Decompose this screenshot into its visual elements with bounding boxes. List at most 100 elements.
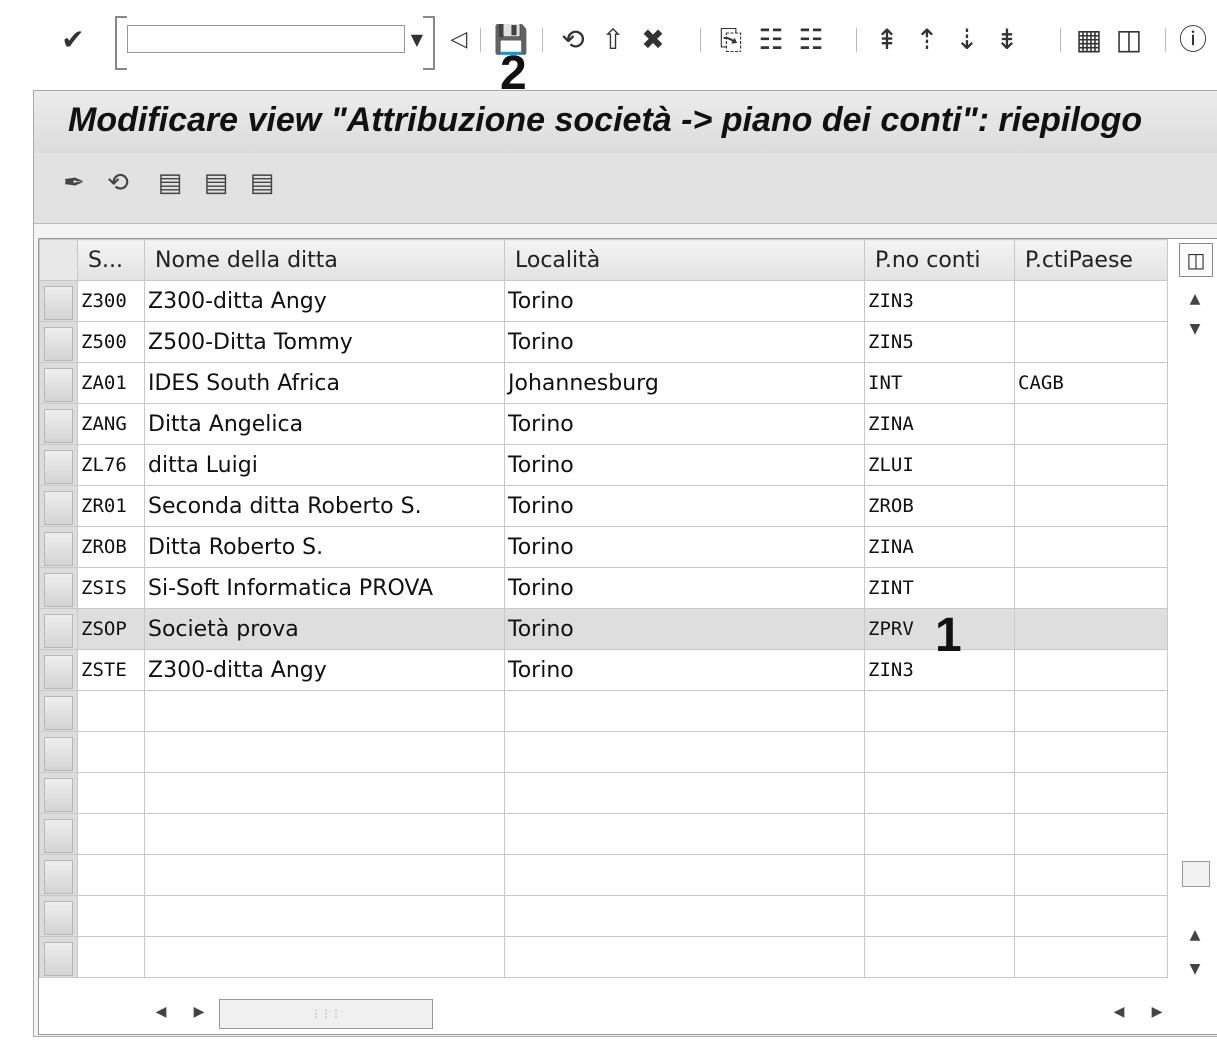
cell-company-name[interactable]: [144, 895, 505, 937]
cell-company-name[interactable]: [144, 813, 505, 855]
cell-chart-of-accounts[interactable]: ZINT: [864, 567, 1015, 609]
cell-company-code[interactable]: ZROB: [77, 526, 145, 568]
cell-company-name[interactable]: Ditta Angelica: [144, 403, 505, 445]
table-row[interactable]: [39, 731, 1168, 773]
cell-company-code[interactable]: ZA01: [77, 362, 145, 404]
cell-country-chart[interactable]: [1014, 895, 1168, 937]
cell-chart-of-accounts[interactable]: [864, 895, 1015, 937]
scroll-page-up-icon[interactable]: ▲: [1179, 921, 1211, 949]
cell-city[interactable]: [504, 813, 865, 855]
last-page-icon[interactable]: ⇟: [990, 22, 1024, 58]
cell-city[interactable]: Torino: [504, 649, 865, 691]
horizontal-scrollbar[interactable]: ◀ ▶ ⋮⋮⋮ ◀ ▶: [139, 997, 1179, 1029]
cell-country-chart[interactable]: [1014, 936, 1168, 978]
display-change-icon[interactable]: ✒: [56, 165, 92, 201]
row-selector[interactable]: [39, 403, 78, 445]
cell-company-name[interactable]: ditta Luigi: [144, 444, 505, 486]
cell-country-chart[interactable]: [1014, 280, 1168, 322]
cell-country-chart[interactable]: [1014, 772, 1168, 814]
cell-company-name[interactable]: Società prova: [144, 608, 505, 650]
help-icon[interactable]: ⓘ: [1176, 22, 1210, 58]
row-selector[interactable]: [39, 936, 78, 978]
cell-company-code[interactable]: [77, 854, 145, 896]
scroll-right-icon[interactable]: ▶: [189, 997, 209, 1027]
cell-city[interactable]: Torino: [504, 526, 865, 568]
table-row[interactable]: [39, 854, 1168, 896]
enter-icon[interactable]: ✔: [56, 22, 90, 58]
cell-country-chart[interactable]: [1014, 731, 1168, 773]
cell-company-name[interactable]: [144, 690, 505, 732]
cell-company-code[interactable]: Z300: [77, 280, 145, 322]
table-row[interactable]: [39, 690, 1168, 732]
table-settings-icon[interactable]: ◫: [1179, 243, 1213, 277]
table-row[interactable]: ZSIS Si-Soft Informatica PROVA Torino ZINT: [39, 567, 1168, 609]
cell-company-code[interactable]: ZSOP: [77, 608, 145, 650]
row-selector[interactable]: [39, 895, 78, 937]
vertical-scrollbar[interactable]: ▲ ▼ ▲ ▼: [1179, 281, 1211, 991]
cell-company-name[interactable]: [144, 772, 505, 814]
column-header-country-chart[interactable]: P.ctiPaese: [1014, 239, 1168, 281]
cell-city[interactable]: [504, 936, 865, 978]
cell-company-name[interactable]: Ditta Roberto S.: [144, 526, 505, 568]
row-selector[interactable]: [39, 567, 78, 609]
chevron-down-icon[interactable]: ▼: [411, 30, 423, 49]
next-page-icon[interactable]: ⇣: [950, 22, 984, 58]
cancel-icon[interactable]: ✖: [636, 22, 670, 58]
cell-company-code[interactable]: ZL76: [77, 444, 145, 486]
cell-company-name[interactable]: IDES South Africa: [144, 362, 505, 404]
row-selector[interactable]: [39, 854, 78, 896]
cell-city[interactable]: Torino: [504, 280, 865, 322]
cell-chart-of-accounts[interactable]: [864, 936, 1015, 978]
row-selector[interactable]: [39, 444, 78, 486]
cell-chart-of-accounts[interactable]: ZINA: [864, 403, 1015, 445]
cell-company-name[interactable]: Z500-Ditta Tommy: [144, 321, 505, 363]
table-row[interactable]: Z300 Z300-ditta Angy Torino ZIN3: [39, 280, 1168, 322]
scroll-page-down-icon[interactable]: ▼: [1179, 955, 1211, 983]
column-header-city[interactable]: Località: [504, 239, 865, 281]
cell-company-code[interactable]: [77, 936, 145, 978]
cell-city[interactable]: Johannesburg: [504, 362, 865, 404]
cell-country-chart[interactable]: [1014, 649, 1168, 691]
cell-company-name[interactable]: Seconda ditta Roberto S.: [144, 485, 505, 527]
column-header-chart-of-accounts[interactable]: P.no conti: [864, 239, 1015, 281]
cell-city[interactable]: [504, 731, 865, 773]
cell-country-chart[interactable]: [1014, 567, 1168, 609]
select-all-icon[interactable]: ▤: [152, 165, 188, 201]
row-selector[interactable]: [39, 772, 78, 814]
cell-country-chart[interactable]: [1014, 485, 1168, 527]
create-session-icon[interactable]: ▦: [1072, 22, 1106, 58]
cell-country-chart[interactable]: [1014, 854, 1168, 896]
cell-chart-of-accounts[interactable]: ZLUI: [864, 444, 1015, 486]
row-selector[interactable]: [39, 485, 78, 527]
cell-company-code[interactable]: Z500: [77, 321, 145, 363]
cell-chart-of-accounts[interactable]: ZIN5: [864, 321, 1015, 363]
scroll-down-icon[interactable]: ▼: [1179, 315, 1211, 343]
table-row[interactable]: [39, 813, 1168, 855]
cell-company-code[interactable]: [77, 690, 145, 732]
table-row[interactable]: ZSTE Z300-ditta Angy Torino ZIN3: [39, 649, 1168, 691]
cell-company-code[interactable]: [77, 731, 145, 773]
cell-country-chart[interactable]: [1014, 813, 1168, 855]
command-field[interactable]: ▼: [115, 16, 435, 70]
undo-icon[interactable]: ⟲: [100, 165, 136, 201]
row-selector[interactable]: [39, 649, 78, 691]
row-selector[interactable]: [39, 280, 78, 322]
cell-chart-of-accounts[interactable]: [864, 690, 1015, 732]
scroll-left-icon[interactable]: ◀: [151, 997, 171, 1027]
column-header-company-code[interactable]: S...: [77, 239, 145, 281]
table-row[interactable]: [39, 772, 1168, 814]
row-selector[interactable]: [39, 813, 78, 855]
cell-chart-of-accounts[interactable]: INT: [864, 362, 1015, 404]
select-block-icon[interactable]: ▤: [198, 165, 234, 201]
cell-chart-of-accounts[interactable]: ZROB: [864, 485, 1015, 527]
table-row[interactable]: [39, 895, 1168, 937]
cell-company-name[interactable]: Z300-ditta Angy: [144, 280, 505, 322]
scroll-up-icon[interactable]: ▲: [1179, 285, 1211, 313]
previous-page-icon[interactable]: ⇡: [910, 22, 944, 58]
cell-chart-of-accounts[interactable]: [864, 854, 1015, 896]
cell-company-code[interactable]: [77, 772, 145, 814]
find-icon[interactable]: ☷: [754, 22, 788, 58]
cell-country-chart[interactable]: [1014, 690, 1168, 732]
cell-city[interactable]: [504, 690, 865, 732]
cell-city[interactable]: Torino: [504, 321, 865, 363]
